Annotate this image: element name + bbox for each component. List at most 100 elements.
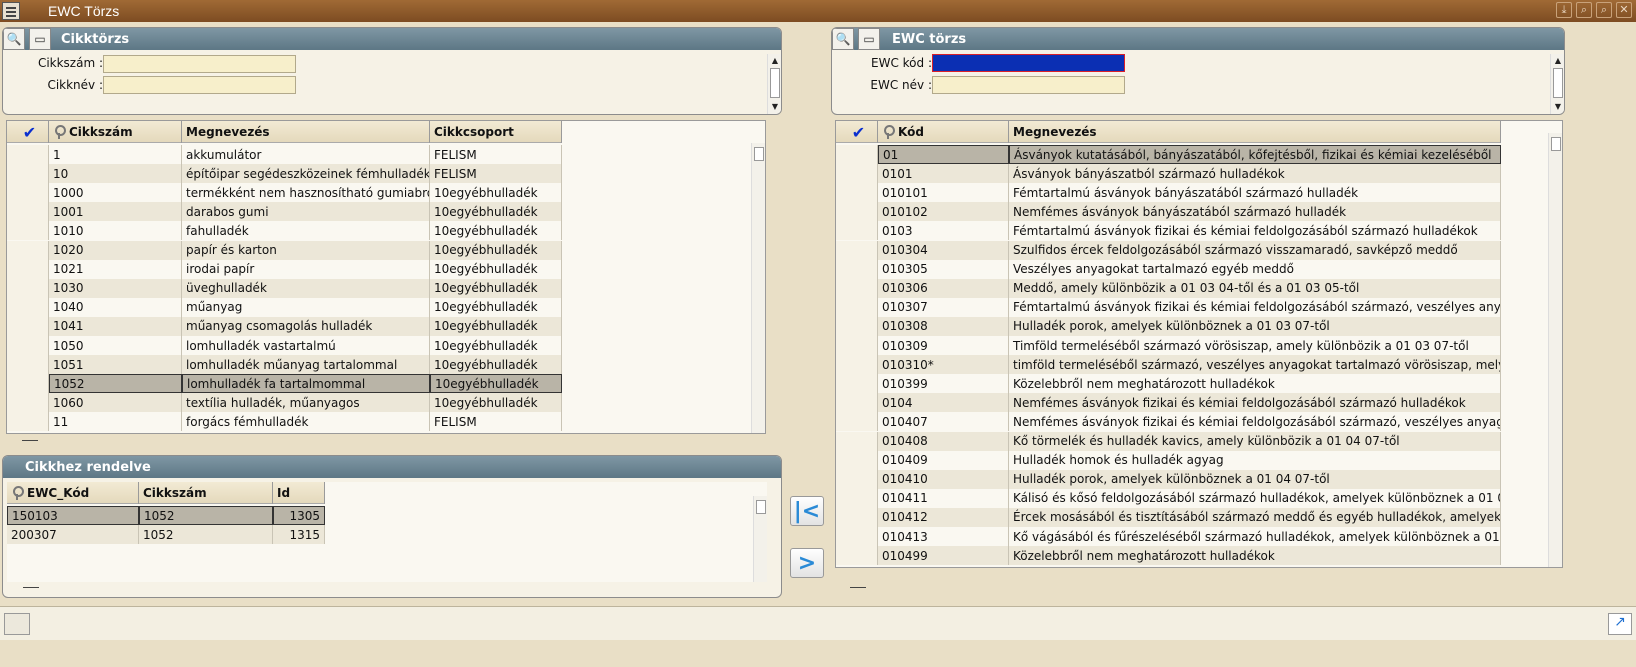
column-cikkszam[interactable]: Cikkszám	[139, 482, 273, 504]
table-row[interactable]: 1060 textília hulladék, műanyagos 10egyébh…	[7, 393, 562, 413]
ewc-kod-input[interactable]	[932, 54, 1125, 72]
table-cell[interactable]: 0103	[878, 221, 1009, 241]
column-cikkszam[interactable]: Cikkszám	[49, 121, 182, 143]
select-all-column[interactable]: ✔	[836, 121, 878, 143]
scroll-thumb[interactable]	[754, 147, 764, 161]
table-cell[interactable]: 01	[878, 145, 1009, 164]
table-cell[interactable]: Meddő, amely különbözik a 01 03 04-től é…	[1009, 278, 1501, 298]
table-row[interactable]: 010102 Nemfémes ásványok bányászatából sz…	[836, 202, 1501, 222]
row-selector[interactable]	[7, 374, 49, 394]
table-cell[interactable]: Hulladék porok, amelyek különböznek a 01…	[1009, 316, 1501, 336]
table-row[interactable]: 1001 darabos gumi 10egyébhulladék	[7, 202, 562, 222]
table-cell[interactable]: 200307	[7, 525, 139, 545]
table-cell[interactable]: 10egyébhulladék	[430, 374, 562, 394]
row-selector[interactable]	[836, 259, 878, 279]
table-cell[interactable]: textília hulladék, műanyagos	[182, 393, 430, 413]
column-megnevezes[interactable]: Megnevezés	[1009, 121, 1501, 143]
table-cell[interactable]: építőipar segédeszközeinek fémhulladéka	[182, 164, 430, 184]
vertical-scrollbar[interactable]	[753, 496, 767, 582]
table-cell[interactable]: 1030	[49, 278, 182, 298]
table-cell[interactable]: termékként nem hasznosítható gumiabroncs	[182, 183, 430, 203]
table-cell[interactable]: 010308	[878, 316, 1009, 336]
table-cell[interactable]: 1041	[49, 316, 182, 336]
table-cell[interactable]: 010412	[878, 507, 1009, 527]
cikknev-input[interactable]	[103, 76, 296, 94]
table-row[interactable]: 010409 Hulladék homok és hulladék agyag	[836, 450, 1501, 470]
row-selector[interactable]	[836, 412, 878, 432]
table-cell[interactable]: 010399	[878, 374, 1009, 394]
row-selector[interactable]	[7, 355, 49, 375]
first-record-button[interactable]: |<	[790, 496, 824, 526]
table-cell[interactable]: 010409	[878, 450, 1009, 470]
cikkszam-input[interactable]	[103, 55, 296, 73]
table-cell[interactable]: 1010	[49, 221, 182, 241]
table-row[interactable]: 010399 Közelebbről nem meghatározott hull…	[836, 374, 1501, 394]
table-cell[interactable]: 010309	[878, 336, 1009, 355]
vertical-scrollbar[interactable]	[751, 143, 765, 433]
scroll-thumb[interactable]	[756, 500, 766, 514]
table-cell[interactable]: 10egyébhulladék	[430, 202, 562, 222]
row-selector[interactable]	[7, 316, 49, 336]
table-cell[interactable]: Fémtartalmú ásványok bányászatából szárm…	[1009, 183, 1501, 203]
table-cell[interactable]: 010310*	[878, 355, 1009, 375]
table-cell[interactable]: Szulfidos ércek feldolgozásából származó…	[1009, 240, 1501, 260]
row-selector[interactable]	[836, 164, 878, 184]
table-cell[interactable]: 10egyébhulladék	[430, 393, 562, 413]
row-selector[interactable]	[836, 488, 878, 508]
table-row[interactable]: 1052 lomhulladék fa tartalmommal 10egyébhu…	[7, 374, 562, 394]
table-cell[interactable]: lomhulladék vastartalmú	[182, 336, 430, 355]
table-row[interactable]: 010412 Ércek mosásából és tisztításából s…	[836, 507, 1501, 527]
scroll-thumb[interactable]	[1551, 137, 1561, 151]
row-selector[interactable]	[836, 507, 878, 527]
table-row[interactable]: 0103 Fémtartalmú ásványok fizikai és kémi…	[836, 221, 1501, 241]
table-row[interactable]: 1041 műanyag csomagolás hulladék 10egyébhu…	[7, 316, 562, 336]
table-cell[interactable]: 1021	[49, 259, 182, 279]
table-cell[interactable]: 1000	[49, 183, 182, 203]
table-row[interactable]: 01 Ásványok kutatásából, bányászatából, k…	[836, 145, 1501, 164]
table-cell[interactable]: 1001	[49, 202, 182, 222]
table-cell[interactable]: műanyag	[182, 297, 430, 317]
table-cell[interactable]: Ásványok bányászatból származó hulladéko…	[1009, 164, 1501, 184]
table-cell[interactable]: FELISM	[430, 164, 562, 184]
table-row[interactable]: 010101 Fémtartalmú ásványok bányászatából…	[836, 183, 1501, 203]
table-cell[interactable]: 010304	[878, 240, 1009, 260]
row-selector[interactable]	[7, 278, 49, 298]
table-cell[interactable]: Közelebbről nem meghatározott hulladékok	[1009, 374, 1501, 394]
table-cell[interactable]: Fémtartalmú ásványok fizikai és kémiai f…	[1009, 221, 1501, 241]
row-selector[interactable]	[836, 202, 878, 222]
search-icon[interactable]: 🔍	[3, 28, 25, 50]
table-cell[interactable]: 10egyébhulladék	[430, 240, 562, 260]
table-row[interactable]: 1051 lomhulladék műanyag tartalommal 10egy…	[7, 355, 562, 375]
row-selector[interactable]	[7, 336, 49, 355]
table-cell[interactable]: papír és karton	[182, 240, 430, 260]
row-selector[interactable]	[836, 240, 878, 260]
table-cell[interactable]: akkumulátor	[182, 145, 430, 164]
table-cell[interactable]: irodai papír	[182, 259, 430, 279]
table-cell[interactable]: 010306	[878, 278, 1009, 298]
vertical-scrollbar[interactable]: ▲ ▼	[1550, 54, 1564, 114]
table-row[interactable]: 010499 Közelebbről nem meghatározott hull…	[836, 546, 1501, 566]
table-cell[interactable]: 10egyébhulladék	[430, 221, 562, 241]
close-icon[interactable]: ✕	[1616, 2, 1632, 18]
app-menu-icon[interactable]	[2, 2, 20, 20]
row-selector[interactable]	[836, 431, 878, 451]
table-cell[interactable]: 010411	[878, 488, 1009, 508]
table-cell[interactable]: Közelebbről nem meghatározott hulladékok	[1009, 546, 1501, 566]
table-row[interactable]: 200307 1052 1315	[7, 525, 325, 545]
table-cell[interactable]: 010101	[878, 183, 1009, 203]
table-row[interactable]: 150103 1052 1305	[7, 506, 325, 525]
table-cell[interactable]: 010307	[878, 297, 1009, 317]
table-row[interactable]: 1050 lomhulladék vastartalmú 10egyébhullad…	[7, 336, 562, 355]
table-row[interactable]: 1 akkumulátor FELISM	[7, 145, 562, 164]
expand-icon[interactable]: ↗	[1608, 613, 1632, 635]
row-selector[interactable]	[836, 469, 878, 489]
table-cell[interactable]: 010410	[878, 469, 1009, 489]
table-row[interactable]: 10 építőipar segédeszközeinek fémhulladék…	[7, 164, 562, 184]
vertical-scrollbar[interactable]	[1548, 133, 1562, 567]
column-megnevezes[interactable]: Megnevezés	[182, 121, 430, 143]
table-cell[interactable]: műanyag csomagolás hulladék	[182, 316, 430, 336]
table-cell[interactable]: 1052	[49, 374, 182, 394]
table-cell[interactable]: FELISM	[430, 412, 562, 432]
table-row[interactable]: 010308 Hulladék porok, amelyek különbözne…	[836, 316, 1501, 336]
table-cell[interactable]: 11	[49, 412, 182, 432]
